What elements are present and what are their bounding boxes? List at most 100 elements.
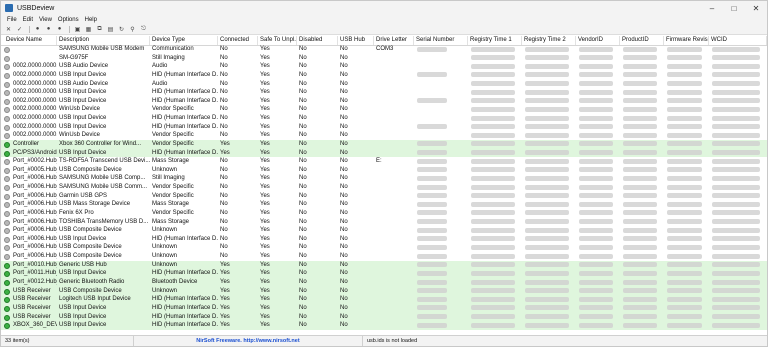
save-icon[interactable]: ▣ bbox=[73, 25, 82, 33]
column-header-7[interactable]: Drive Letter bbox=[374, 36, 414, 45]
html-report-icon[interactable]: ▤ bbox=[106, 25, 115, 33]
cell-safe: Yes bbox=[260, 46, 270, 52]
refresh-icon[interactable]: ↻ bbox=[117, 25, 126, 33]
cell-connected: No bbox=[220, 184, 228, 191]
redacted-value bbox=[471, 167, 515, 173]
column-header-12[interactable]: ProductID bbox=[620, 36, 664, 45]
column-header-0[interactable]: Device Name bbox=[4, 36, 57, 45]
redacted-value bbox=[712, 115, 760, 121]
column-header-8[interactable]: Serial Number bbox=[414, 36, 468, 45]
redacted-value bbox=[667, 270, 702, 276]
cell-type: HID (Human Interface D... bbox=[152, 296, 218, 303]
redacted-value bbox=[471, 227, 515, 233]
table-row[interactable]: Controller Xbox 360 Controller for Wind..… bbox=[1, 139, 767, 149]
redacted-value bbox=[579, 115, 613, 121]
menu-edit[interactable]: Edit bbox=[20, 17, 36, 23]
column-header-13[interactable]: Firmware Revis... bbox=[664, 36, 709, 45]
redacted-value bbox=[579, 244, 613, 250]
cell-desc: USB Composite Device bbox=[59, 166, 122, 173]
table-row[interactable]: Port_#0006.Hub_#0001SAMSUNG Mobile USB C… bbox=[1, 183, 767, 192]
table-row[interactable]: USB Receiver Logitech USB Input Device HID… bbox=[1, 295, 767, 304]
table-row[interactable]: PC/PS3/Android USB Input Device HID (Human… bbox=[1, 148, 767, 158]
table-row[interactable]: Port_#0006.Hub_#0001Fenix 6X Pro Vendor S… bbox=[1, 209, 767, 218]
cell-desc: USB Input Device bbox=[59, 322, 107, 329]
table-row[interactable]: 0002.0000.0000.006.00...USB Input Device… bbox=[1, 88, 767, 97]
table-row[interactable]: 0002.0000.0000.006.00...WinUsb Device Ven… bbox=[1, 105, 767, 114]
redacted-value bbox=[712, 227, 760, 233]
cell-disabled: No bbox=[299, 296, 307, 303]
table-row[interactable]: 0002.0000.0000.006.00...USB Input Device… bbox=[1, 97, 767, 106]
column-header-4[interactable]: Safe To Unpl... bbox=[258, 36, 297, 45]
menu-view[interactable]: View bbox=[36, 17, 55, 23]
redacted-value bbox=[417, 210, 447, 216]
menu-options[interactable]: Options bbox=[55, 17, 82, 23]
enable-icon[interactable]: ● bbox=[33, 25, 42, 33]
cell-connected: No bbox=[220, 227, 228, 234]
column-header-1[interactable]: Description bbox=[57, 36, 150, 45]
cell-hub: No bbox=[340, 192, 348, 199]
column-header-11[interactable]: VendorID bbox=[576, 36, 620, 45]
cell-connected: No bbox=[220, 80, 228, 87]
find-icon[interactable]: ⚲ bbox=[128, 25, 137, 33]
table-row[interactable]: Port_#0012.Hub_#0001Generic Bluetooth Ra… bbox=[1, 278, 767, 287]
close-button[interactable]: ✕ bbox=[745, 1, 767, 15]
table-row[interactable]: 0002.0000.0000.006.00...USB Input Device… bbox=[1, 114, 767, 123]
redacted-value bbox=[471, 132, 515, 138]
column-header-6[interactable]: USB Hub bbox=[338, 36, 374, 45]
redacted-value bbox=[712, 184, 760, 190]
redacted-value bbox=[623, 210, 657, 216]
table-row[interactable]: Port_#0005.Hub_#0001USB Composite Device… bbox=[1, 166, 767, 175]
table-row[interactable]: USB Receiver USB Composite Device Unknown Y… bbox=[1, 286, 767, 296]
table-row[interactable]: USB Receiver USB Input Device HID (Human I… bbox=[1, 303, 767, 313]
table-row[interactable]: Port_#0006.Hub_#0001USB Mass Storage Dev… bbox=[1, 200, 767, 209]
table-row[interactable]: USB Receiver USB Input Device HID (Human I… bbox=[1, 312, 767, 322]
column-header-3[interactable]: Connected bbox=[218, 36, 258, 45]
cell-desc: SAMSUNG Mobile USB Comp... bbox=[59, 175, 146, 182]
redacted-value bbox=[623, 63, 657, 69]
redacted-value bbox=[712, 322, 760, 328]
table-row[interactable]: XBOX_360_DEVICE_00...USB Input Device HID… bbox=[1, 321, 767, 330]
uninstall-icon[interactable]: ● bbox=[55, 25, 64, 33]
exit-icon[interactable]: ⎋ bbox=[139, 25, 148, 33]
cell-disabled: No bbox=[299, 304, 307, 311]
redacted-value bbox=[579, 322, 613, 328]
cell-disabled: No bbox=[299, 158, 307, 165]
properties-icon[interactable]: ▦ bbox=[84, 25, 93, 33]
table-row[interactable]: Port_#0006.Hub_#0001USB Input Device HID … bbox=[1, 235, 767, 244]
nirsoft-link[interactable]: NirSoft Freeware. http://www.nirsoft.net bbox=[134, 336, 363, 346]
table-row[interactable]: Port_#0006.Hub_#0001SAMSUNG Mobile USB C… bbox=[1, 174, 767, 183]
minimize-button[interactable]: – bbox=[701, 1, 723, 15]
cell-hub: No bbox=[340, 227, 348, 234]
table-row[interactable]: Port_#0006.Hub_#0001USB Composite Device… bbox=[1, 252, 767, 261]
table-row[interactable]: Port_#0006.Hub_#0001Garmin USB GPS Vendor… bbox=[1, 192, 767, 201]
cell-desc: USB Composite Device bbox=[59, 287, 122, 294]
connect-icon[interactable]: ✓ bbox=[15, 25, 24, 33]
redacted-value bbox=[417, 141, 447, 147]
table-row[interactable]: Port_#0006.Hub_#0001TOSHIBA TransMemory … bbox=[1, 218, 767, 227]
maximize-button[interactable]: □ bbox=[723, 1, 745, 15]
column-header-5[interactable]: Disabled bbox=[297, 36, 338, 45]
cell-desc: USB Input Device bbox=[59, 97, 107, 104]
disable-icon[interactable]: ● bbox=[44, 25, 53, 33]
table-row[interactable]: 0002.0000.0000.006.00...USB Audio Device… bbox=[1, 80, 767, 89]
table-row[interactable]: SM-G975F Still Imaging No Yes No No bbox=[1, 54, 767, 63]
copy-icon[interactable]: ⧉ bbox=[95, 25, 104, 33]
table-row[interactable]: Port_#0011.Hub_#0001USB Input Device HID … bbox=[1, 269, 767, 278]
cell-safe: Yes bbox=[260, 201, 270, 208]
disconnect-icon[interactable]: ✕ bbox=[4, 25, 13, 33]
table-row[interactable]: Port_#0006.Hub_#0001USB Composite Device… bbox=[1, 226, 767, 235]
menu-file[interactable]: File bbox=[4, 17, 20, 23]
column-header-2[interactable]: Device Type bbox=[150, 36, 218, 45]
table-row[interactable]: Port_#0006.Hub_#0001USB Composite Device… bbox=[1, 243, 767, 252]
table-row[interactable]: 0002.0000.0000.001.00...USB Audio Device… bbox=[1, 62, 767, 71]
table-row[interactable]: 0002.0000.0000.006.00...USB Input Device… bbox=[1, 71, 767, 80]
column-header-10[interactable]: Registry Time 2 bbox=[522, 36, 576, 45]
table-row[interactable]: Port_#0010.Hub_#0001Generic USB Hub Unkno… bbox=[1, 260, 767, 270]
table-row[interactable]: 0002.0000.0000.006.00...USB Input Device… bbox=[1, 123, 767, 132]
column-header-14[interactable]: WCID bbox=[709, 36, 767, 45]
table-row[interactable]: 0002.0000.0000.006.00...WinUsb Device Ven… bbox=[1, 131, 767, 140]
menu-help[interactable]: Help bbox=[82, 17, 100, 23]
column-header-9[interactable]: Registry Time 1 bbox=[468, 36, 522, 45]
table-row[interactable]: Port_#0002.Hub_#0001TS-RDF5A Transcend U… bbox=[1, 157, 767, 166]
table-row[interactable]: SAMSUNG Mobile USB Modem Communication No Y… bbox=[1, 45, 767, 54]
